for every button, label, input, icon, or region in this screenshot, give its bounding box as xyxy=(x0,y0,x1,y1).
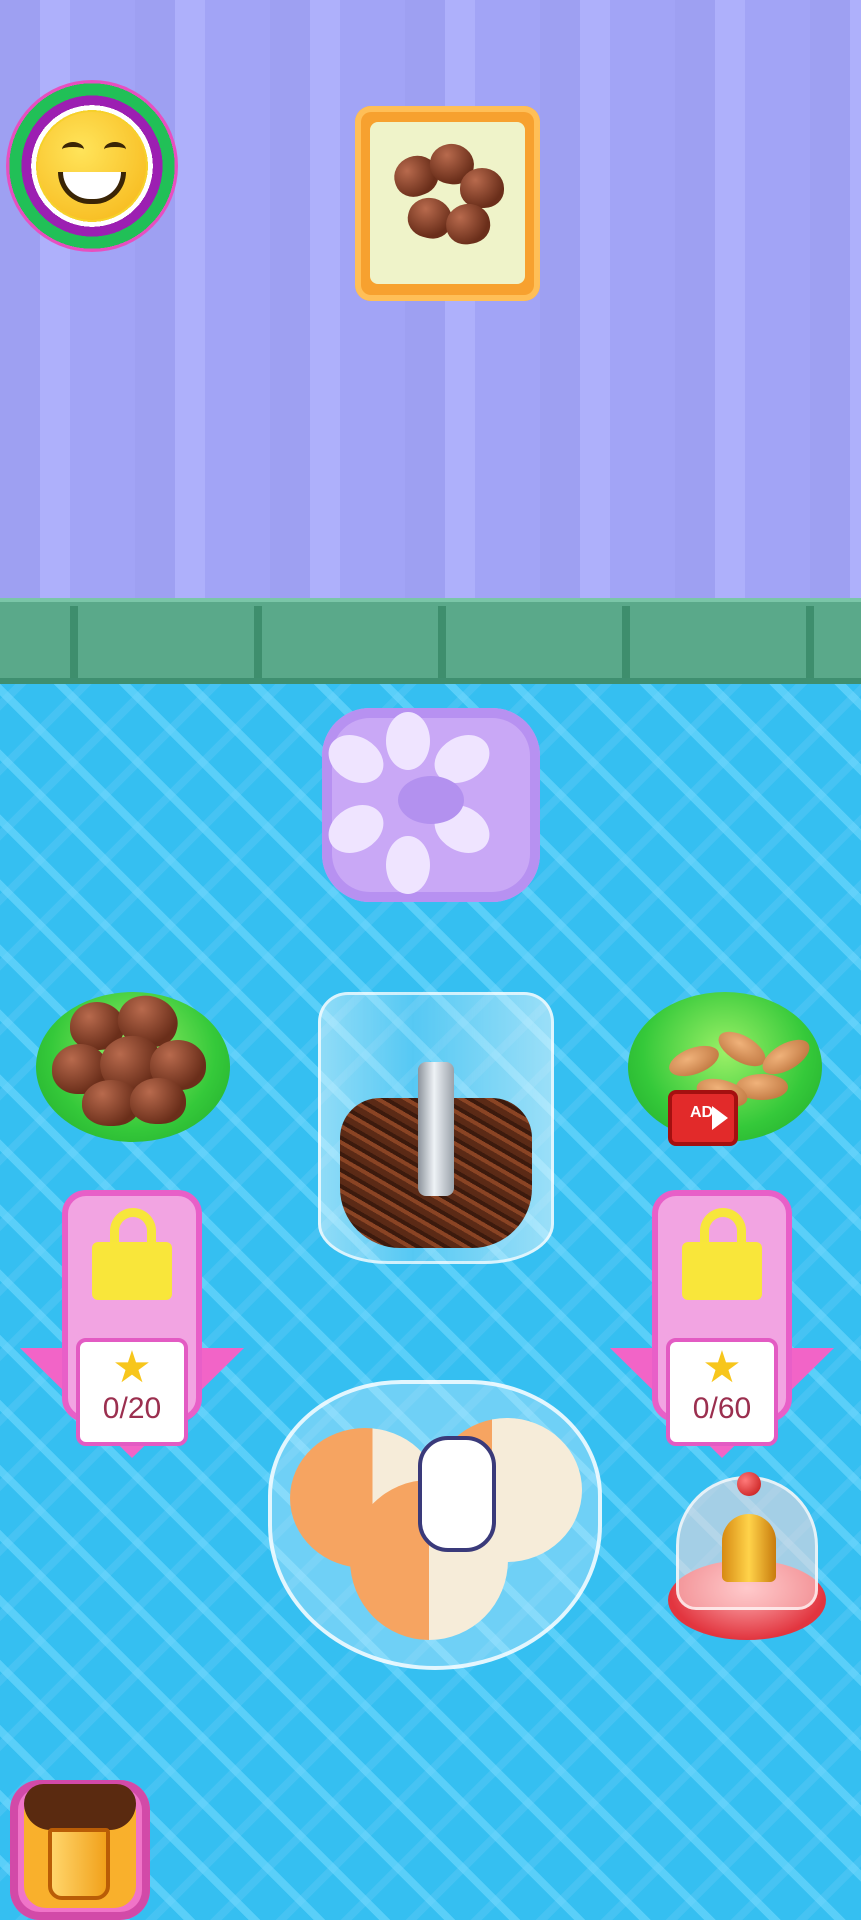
ad-label: AD xyxy=(690,1104,714,1121)
locked-topping-left[interactable]: ★ 0/20 xyxy=(20,1190,244,1460)
face-eye-left xyxy=(62,142,84,157)
padlock-icon xyxy=(682,1242,762,1300)
watch-ad-badge[interactable]: AD xyxy=(668,1090,738,1146)
unlock-progress-right: 0/60 xyxy=(692,1392,752,1425)
rail-post xyxy=(70,606,78,678)
play-icon xyxy=(712,1106,728,1130)
chocolate-heart xyxy=(130,1078,186,1124)
face-eye-right xyxy=(104,142,126,157)
chopper-blade xyxy=(418,1062,454,1196)
bell-knob xyxy=(737,1472,761,1496)
chocolate-heart xyxy=(460,168,504,208)
mold-center xyxy=(398,776,464,824)
rail-post xyxy=(806,606,814,678)
trash-can-icon xyxy=(48,1828,110,1900)
locked-topping-right[interactable]: ★ 0/60 xyxy=(610,1190,834,1460)
star-icon: ★ xyxy=(112,1343,152,1392)
unlock-progress-box: ★ 0/20 xyxy=(76,1338,188,1446)
unlock-progress-left: 0/20 xyxy=(102,1392,162,1425)
bell-gold xyxy=(722,1514,776,1582)
padlock-icon xyxy=(92,1242,172,1300)
pointing-hand-icon xyxy=(418,1436,496,1552)
rail-post xyxy=(254,606,262,678)
rail-post xyxy=(622,606,630,678)
chocolate-drip xyxy=(24,1784,136,1830)
mold-petal xyxy=(386,836,430,894)
mold-petal xyxy=(386,712,430,770)
star-icon: ★ xyxy=(702,1343,742,1392)
unlock-progress-box: ★ 0/60 xyxy=(666,1338,778,1446)
rail-post xyxy=(438,606,446,678)
wall-rail xyxy=(0,598,861,684)
